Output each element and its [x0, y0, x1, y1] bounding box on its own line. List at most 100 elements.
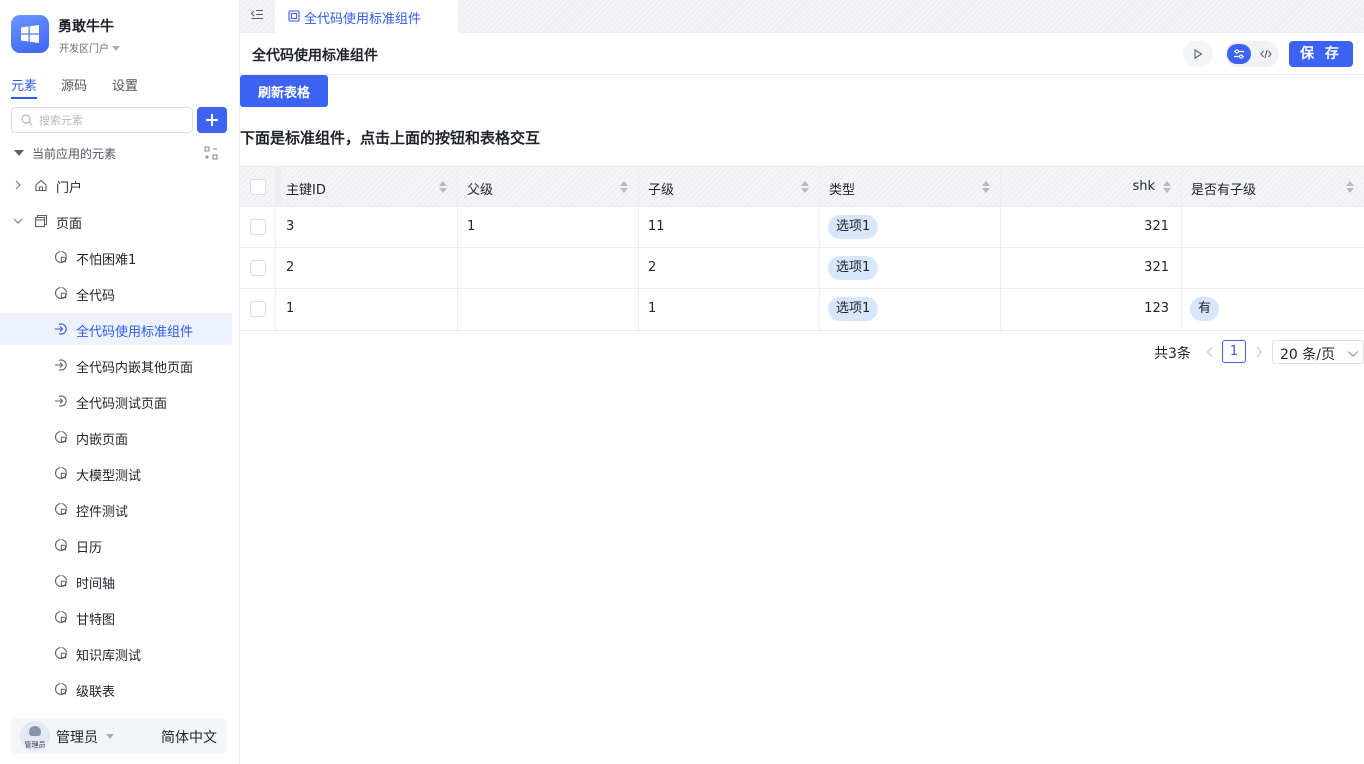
sort-icon[interactable] [801, 180, 809, 194]
preview-button[interactable] [1183, 41, 1213, 67]
app-name: 勇敢牛牛 [58, 19, 114, 35]
sort-icon[interactable] [439, 180, 447, 194]
cell-col-type: 选项1 [820, 289, 1001, 330]
page-number-button[interactable]: 1 [1222, 340, 1246, 363]
row-checkbox[interactable] [250, 219, 266, 235]
tree-group-pages[interactable]: 页面 [0, 205, 232, 237]
cell-col-has-children: 有 [1182, 289, 1364, 330]
sidebar-page-item[interactable]: 大模型测试 [0, 457, 232, 489]
sidebar-page-label: 甘特图 [76, 613, 116, 628]
total-count: 共3条 [1154, 346, 1191, 362]
link-page-icon [54, 358, 68, 376]
tab-settings[interactable]: 设置 [112, 75, 138, 94]
header-col-parent: 父级 [458, 167, 639, 206]
table-row[interactable]: 3 1 11 选项1 321 [240, 207, 1364, 248]
sidebar-page-item[interactable]: 全代码测试页面 [0, 385, 232, 417]
current-app-elements-header[interactable]: 当前应用的元素 [11, 145, 221, 163]
code-mode-button[interactable] [1255, 44, 1277, 64]
page-icon [54, 502, 68, 520]
sort-icon[interactable] [620, 180, 628, 194]
sidebar-page-item[interactable]: 日历 [0, 529, 232, 561]
sidebar-page-item[interactable]: 全代码 [0, 277, 232, 309]
sidebar-page-item[interactable]: 知识库测试 [0, 637, 232, 669]
collapse-sidebar-icon[interactable] [250, 8, 264, 22]
row-select-cell [240, 248, 276, 288]
sidebar-page-item[interactable]: 全代码使用标准组件 [0, 313, 232, 345]
sort-icon[interactable] [1163, 180, 1171, 194]
cell-col-child: 2 [639, 248, 820, 288]
has-children-tag: 有 [1190, 297, 1220, 321]
collapse-triangle-icon [14, 150, 24, 156]
save-button[interactable]: 保 存 [1289, 41, 1353, 67]
sort-icon[interactable] [1346, 180, 1354, 194]
search-input[interactable] [39, 111, 189, 129]
cell-col-has-children [1182, 207, 1364, 247]
language-switcher[interactable]: 简体中文 [161, 727, 217, 747]
page-icon [54, 538, 68, 556]
sidebar-page-item[interactable]: 全代码内嵌其他页面 [0, 349, 232, 381]
cell-value: 1 [467, 219, 476, 234]
cell-col-shk: 123 [1001, 289, 1182, 330]
type-tag: 选项1 [828, 297, 879, 321]
cell-col-has-children [1182, 248, 1364, 288]
play-icon [1194, 49, 1203, 59]
sidebar-page-label: 控件测试 [76, 505, 129, 520]
page-size-select[interactable]: 20 条/页 [1272, 340, 1364, 364]
prev-page-icon[interactable] [1206, 346, 1214, 358]
page-toolbar: 全代码使用标准组件 保 存 [240, 33, 1364, 75]
header-col-child: 子级 [639, 167, 820, 206]
table-header: 主键ID 父级 子级 类型 shk 是否有子级 [240, 167, 1364, 207]
section-title: 当前应用的元素 [32, 147, 117, 161]
sidebar-page-item[interactable]: 级联表 [0, 673, 232, 705]
canvas-heading: 下面是标准组件，点击上面的按钮和表格交互 [240, 129, 541, 147]
caret-down-icon[interactable] [106, 734, 114, 739]
cell-col-id: 1 [276, 289, 458, 330]
cell-value: 1 [648, 301, 657, 316]
header-col-shk: shk [1001, 167, 1182, 206]
next-page-icon[interactable] [1255, 346, 1263, 358]
column-resize-handle[interactable] [276, 167, 281, 206]
sort-icon[interactable] [982, 180, 990, 194]
select-all-checkbox[interactable] [250, 179, 266, 195]
sidebar-page-item[interactable]: 时间轴 [0, 565, 232, 597]
table-row[interactable]: 2 2 选项1 321 [240, 248, 1364, 289]
chevron-right-icon [15, 180, 21, 190]
table-row[interactable]: 1 1 选项1 123 有 [240, 289, 1364, 330]
select-all-cell [240, 167, 276, 206]
sidebar-page-label: 日历 [76, 541, 103, 556]
sidebar-page-item[interactable]: 内嵌页面 [0, 421, 232, 453]
cell-col-type: 选项1 [820, 248, 1001, 288]
cell-value: 321 [1144, 260, 1169, 275]
cell-value: 1 [286, 301, 295, 316]
page-icon [54, 466, 68, 484]
row-checkbox[interactable] [250, 260, 266, 276]
cell-col-parent [458, 248, 639, 288]
header-col-has-children: 是否有子级 [1182, 167, 1364, 206]
refresh-table-button[interactable]: 刷新表格 [240, 75, 328, 107]
type-tag: 选项1 [828, 256, 879, 280]
avatar-label: 管理员 [24, 741, 46, 749]
sidebar-page-item[interactable]: 控件测试 [0, 493, 232, 525]
add-element-button[interactable] [197, 107, 227, 133]
link-page-icon [54, 394, 68, 412]
cell-col-parent: 1 [458, 207, 639, 247]
row-select-cell [240, 207, 276, 247]
avatar[interactable]: 管理员 [20, 721, 50, 751]
design-mode-button[interactable] [1227, 44, 1251, 64]
locate-icon[interactable] [204, 146, 218, 160]
portal-selector[interactable]: 开发区门户 [59, 40, 120, 55]
tab-elements[interactable]: 元素 [11, 75, 38, 99]
type-tag: 选项1 [828, 215, 879, 239]
tab-source[interactable]: 源码 [61, 75, 87, 94]
open-page-tab[interactable]: 全代码使用标准组件 [275, 0, 458, 33]
sidebar-page-item[interactable]: 甘特图 [0, 601, 232, 633]
sidebar-page-item[interactable]: 不怕困难1 [0, 241, 232, 273]
user-name[interactable]: 管理员 [56, 727, 98, 747]
tree-group-portal[interactable]: 门户 [0, 169, 232, 201]
row-checkbox[interactable] [250, 301, 266, 317]
page-title: 全代码使用标准组件 [252, 48, 378, 64]
page-size-value: 20 条/页 [1280, 347, 1335, 363]
page-icon [54, 250, 68, 268]
sidebar-page-label: 不怕困难1 [76, 253, 137, 268]
caret-down-icon [112, 46, 120, 51]
